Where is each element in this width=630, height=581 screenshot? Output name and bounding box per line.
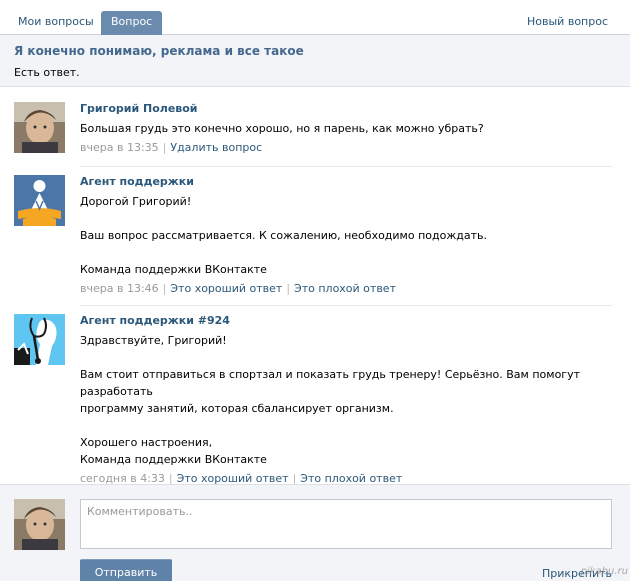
avatar[interactable] [14, 175, 65, 226]
post-text: Большая грудь это конечно хорошо, но я п… [80, 120, 612, 137]
post-text-line: Команда поддержки ВКонтакте [80, 263, 267, 276]
comment-area: Комментировать.. Отправить Прикрепить pi… [0, 484, 630, 581]
avatar[interactable] [14, 102, 65, 153]
post-text-line: Команда поддержки ВКонтакте [80, 453, 267, 466]
post-text: Дорогой Григорий! Ваш вопрос рассматрива… [80, 193, 612, 278]
post-text-line [80, 244, 612, 261]
post-text-line [80, 349, 612, 366]
watermark: pikabu.ru [580, 566, 628, 577]
send-button[interactable]: Отправить [80, 559, 172, 581]
post-text-line [80, 210, 612, 227]
post-author[interactable]: Агент поддержки #924 [80, 314, 612, 327]
avatar[interactable] [14, 314, 65, 365]
post-text-line: Большая грудь это конечно хорошо, но я п… [80, 122, 484, 135]
divider [80, 166, 612, 167]
user-photo-icon [14, 499, 65, 550]
post-text-line: Дорогой Григорий! [80, 195, 192, 208]
new-question-link[interactable]: Новый вопрос [518, 11, 617, 35]
post-text-line: Здравствуйте, Григорий! [80, 334, 227, 347]
question-title: Я конечно понимаю, реклама и все такое [14, 44, 304, 58]
post-text-line: программу занятий, которая сбалансирует … [80, 402, 394, 415]
post-text-line: Хорошего настроения, [80, 436, 213, 449]
tab-my-questions[interactable]: Мои вопросы [9, 11, 103, 35]
post-text-line: Вам стоит отправиться в спортзал и показ… [80, 368, 580, 398]
post-meta: вчера в 13:46 | Это хороший ответ | Это плох… [80, 282, 396, 295]
post-author[interactable]: Агент поддержки [80, 175, 612, 188]
post-meta: вчера в 13:35 | Удалить вопрос [80, 141, 263, 154]
user-photo-icon [14, 102, 65, 153]
post-time: вчера в 13:35 [80, 141, 159, 154]
comment-input[interactable]: Комментировать.. [80, 499, 612, 549]
tab-question[interactable]: Вопрос [101, 11, 163, 35]
tab-bar: Мои вопросы Вопрос Новый вопрос [0, 0, 630, 35]
avatar[interactable] [14, 499, 65, 550]
post-text: Здравствуйте, Григорий! Вам стоит отправ… [80, 332, 612, 468]
question-status: Есть ответ. [14, 66, 80, 79]
post-text-line [80, 417, 612, 434]
delete-question-link[interactable]: Удалить вопрос [170, 141, 262, 154]
question-header: Я конечно понимаю, реклама и все такое Е… [0, 35, 630, 87]
support-agent-icon [14, 175, 65, 226]
divider [80, 305, 612, 306]
bad-answer-link[interactable]: Это плохой ответ [294, 282, 396, 295]
post-author[interactable]: Григорий Полевой [80, 102, 612, 115]
good-answer-link[interactable]: Это хороший ответ [170, 282, 282, 295]
post-time: вчера в 13:46 [80, 282, 159, 295]
support-agent-icon [14, 314, 65, 365]
post-text-line: Ваш вопрос рассматривается. К сожалению,… [80, 229, 487, 242]
